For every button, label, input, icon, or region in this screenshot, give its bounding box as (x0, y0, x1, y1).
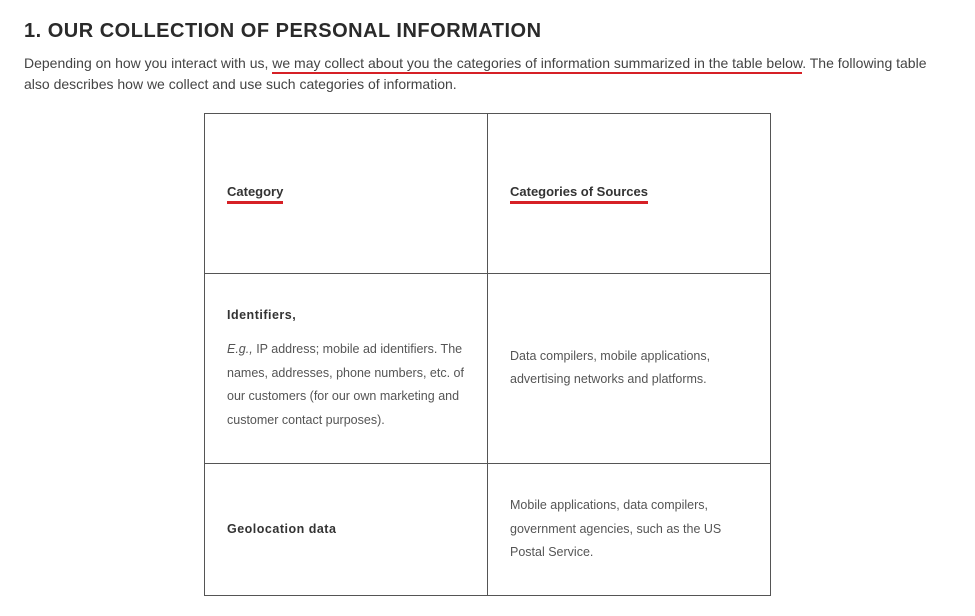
eg-rest: IP address; mobile ad identifiers. The n… (227, 342, 464, 427)
geolocation-sources-text: Mobile applications, data compilers, gov… (510, 498, 721, 560)
header-category: Category (205, 114, 488, 274)
cell-identifiers: Identifiers, E.g., IP address; mobile ad… (205, 274, 488, 464)
row-title-identifiers: Identifiers, (227, 304, 465, 328)
cell-geolocation: Geolocation data (205, 463, 488, 595)
table-container: Category Categories of Sources Identifie… (204, 113, 771, 596)
table-header-row: Category Categories of Sources (205, 114, 771, 274)
identifiers-sources-text: Data compilers, mobile applications, adv… (510, 349, 710, 387)
section-heading: 1. OUR COLLECTION OF PERSONAL INFORMATIO… (24, 20, 951, 43)
table-row: Identifiers, E.g., IP address; mobile ad… (205, 274, 771, 464)
info-table: Category Categories of Sources Identifie… (204, 113, 771, 596)
row-title-geolocation: Geolocation data (227, 518, 465, 542)
identifiers-desc: E.g., IP address; mobile ad identifiers.… (227, 342, 464, 427)
header-sources: Categories of Sources (488, 114, 771, 274)
cell-geolocation-sources: Mobile applications, data compilers, gov… (488, 463, 771, 595)
cell-identifiers-sources: Data compilers, mobile applications, adv… (488, 274, 771, 464)
header-category-label: Category (227, 184, 283, 204)
header-sources-label: Categories of Sources (510, 184, 648, 204)
table-row: Geolocation data Mobile applications, da… (205, 463, 771, 595)
eg-label: E.g., (227, 342, 253, 356)
intro-underlined: we may collect about you the categories … (272, 55, 802, 74)
intro-prefix: Depending on how you interact with us, (24, 55, 272, 71)
intro-paragraph: Depending on how you interact with us, w… (24, 53, 951, 95)
